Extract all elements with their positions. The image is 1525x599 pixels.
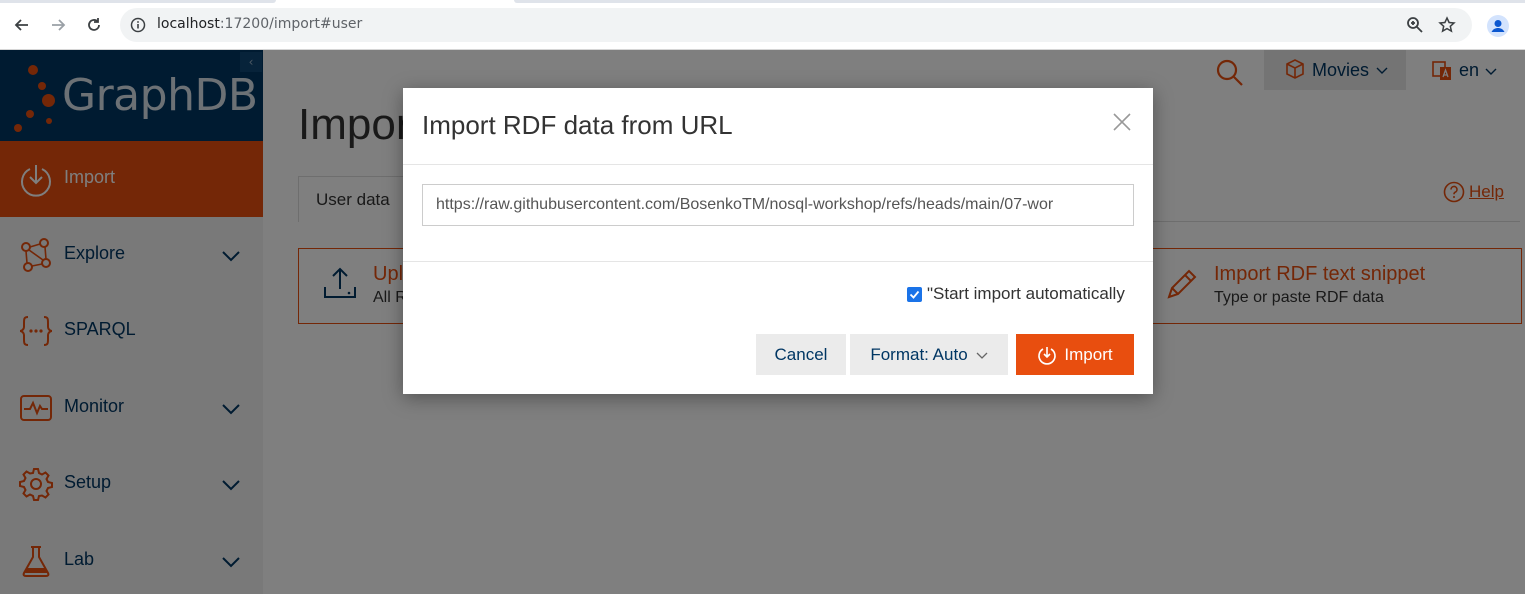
auto-start-checkbox[interactable] bbox=[907, 286, 922, 302]
url-text: localhost:17200/import#user bbox=[157, 16, 362, 32]
address-bar[interactable]: localhost:17200/import#user bbox=[120, 8, 1472, 42]
cancel-button[interactable]: Cancel bbox=[756, 334, 846, 375]
import-button[interactable]: Import bbox=[1016, 334, 1134, 375]
auto-start-label: "Start import automatically bbox=[927, 284, 1125, 303]
format-label: Format: Auto bbox=[870, 344, 968, 364]
import-url-dialog: Import RDF data from URL "Start import a… bbox=[403, 88, 1153, 394]
forward-button[interactable] bbox=[46, 12, 70, 38]
chevron-down-icon bbox=[976, 352, 988, 359]
modal-header: Import RDF data from URL bbox=[403, 88, 1153, 165]
url-host: localhost bbox=[157, 16, 220, 32]
close-icon[interactable] bbox=[1110, 110, 1134, 134]
auto-start-option[interactable]: "Start import automatically bbox=[907, 282, 1125, 306]
checkmark-icon bbox=[909, 290, 920, 299]
arrow-right-icon bbox=[52, 19, 66, 31]
modal-body bbox=[403, 165, 1153, 262]
back-button[interactable] bbox=[10, 12, 34, 38]
tab-strip bbox=[0, 0, 1525, 3]
import-icon bbox=[1038, 346, 1057, 365]
import-label: Import bbox=[1064, 344, 1113, 364]
info-icon[interactable] bbox=[130, 17, 146, 33]
modal-title: Import RDF data from URL bbox=[422, 110, 733, 140]
reload-icon bbox=[88, 18, 100, 31]
format-dropdown[interactable]: Format: Auto bbox=[850, 334, 1008, 375]
profile-icon[interactable] bbox=[1487, 15, 1509, 37]
url-input[interactable] bbox=[422, 184, 1134, 226]
browser-toolbar: localhost:17200/import#user bbox=[0, 0, 1525, 50]
arrow-left-icon bbox=[14, 19, 28, 31]
star-icon[interactable] bbox=[1438, 16, 1456, 34]
zoom-icon[interactable] bbox=[1406, 16, 1424, 34]
reload-button[interactable] bbox=[82, 12, 106, 38]
url-path: :17200/import#user bbox=[219, 16, 363, 32]
